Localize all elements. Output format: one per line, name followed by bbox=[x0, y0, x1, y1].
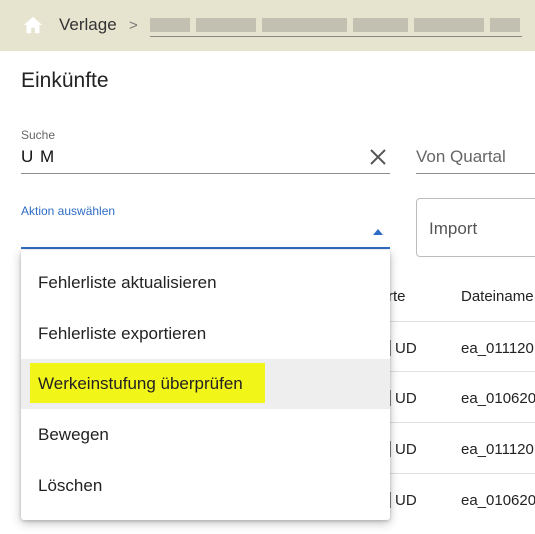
menu-item-werkeinstufung-ueberpruefen[interactable]: Werkeinstufung überprüfen bbox=[21, 359, 390, 409]
home-icon[interactable] bbox=[22, 14, 44, 36]
action-select-label: Aktion auswählen bbox=[21, 204, 116, 218]
menu-item-label: Bewegen bbox=[38, 425, 109, 444]
table-header-art[interactable]: rte bbox=[388, 288, 406, 305]
table-header-dateiname[interactable]: Dateiname bbox=[461, 288, 534, 305]
menu-item-label: Fehlerliste aktualisieren bbox=[38, 273, 217, 292]
search-input[interactable]: U M bbox=[21, 147, 55, 167]
table-cell-dateiname: ea_011120 bbox=[461, 340, 534, 357]
search-label: Suche bbox=[21, 128, 56, 142]
action-dropdown-menu: Fehlerliste aktualisieren Fehlerliste ex… bbox=[21, 250, 390, 520]
table-cell-dateiname: ea_010620 bbox=[461, 492, 535, 509]
from-quarter-underline bbox=[416, 173, 535, 174]
breadcrumb-current-redacted bbox=[150, 14, 522, 37]
breadcrumb-separator: > bbox=[129, 17, 138, 34]
table-cell-art: UD bbox=[395, 390, 417, 407]
from-quarter-field[interactable]: Von Quartal bbox=[416, 147, 506, 167]
table-row[interactable]: UD ea_011120 bbox=[370, 422, 535, 473]
menu-item-label: Werkeinstufung überprüfen bbox=[38, 374, 243, 393]
table-cell-dateiname: ea_010620 bbox=[461, 390, 535, 407]
table-row[interactable]: UD ea_010620 bbox=[370, 473, 535, 524]
import-field[interactable]: Import bbox=[416, 198, 535, 257]
table-row[interactable]: UD ea_010620 bbox=[370, 371, 535, 422]
menu-item-bewegen[interactable]: Bewegen bbox=[21, 410, 390, 460]
menu-item-label: Löschen bbox=[38, 476, 103, 495]
table-row[interactable]: UD ea_011120 bbox=[370, 321, 535, 372]
menu-item-loeschen[interactable]: Löschen bbox=[21, 461, 390, 511]
menu-item-label: Fehlerliste exportieren bbox=[38, 324, 207, 343]
menu-item-fehlerliste-aktualisieren[interactable]: Fehlerliste aktualisieren bbox=[21, 258, 390, 308]
menu-item-fehlerliste-exportieren[interactable]: Fehlerliste exportieren bbox=[21, 309, 390, 359]
page-title: Einkünfte bbox=[21, 69, 109, 92]
search-underline bbox=[21, 173, 390, 174]
table-cell-art: UD bbox=[395, 492, 417, 509]
table-cell-dateiname: ea_011120 bbox=[461, 441, 534, 458]
action-select-underline bbox=[21, 247, 390, 249]
table-cell-art: UD bbox=[395, 340, 417, 357]
close-icon[interactable] bbox=[368, 147, 388, 167]
breadcrumb-verlage[interactable]: Verlage bbox=[59, 15, 117, 35]
table-cell-art: UD bbox=[395, 441, 417, 458]
top-bar: Verlage > bbox=[0, 0, 535, 51]
caret-up-icon[interactable] bbox=[373, 229, 383, 235]
